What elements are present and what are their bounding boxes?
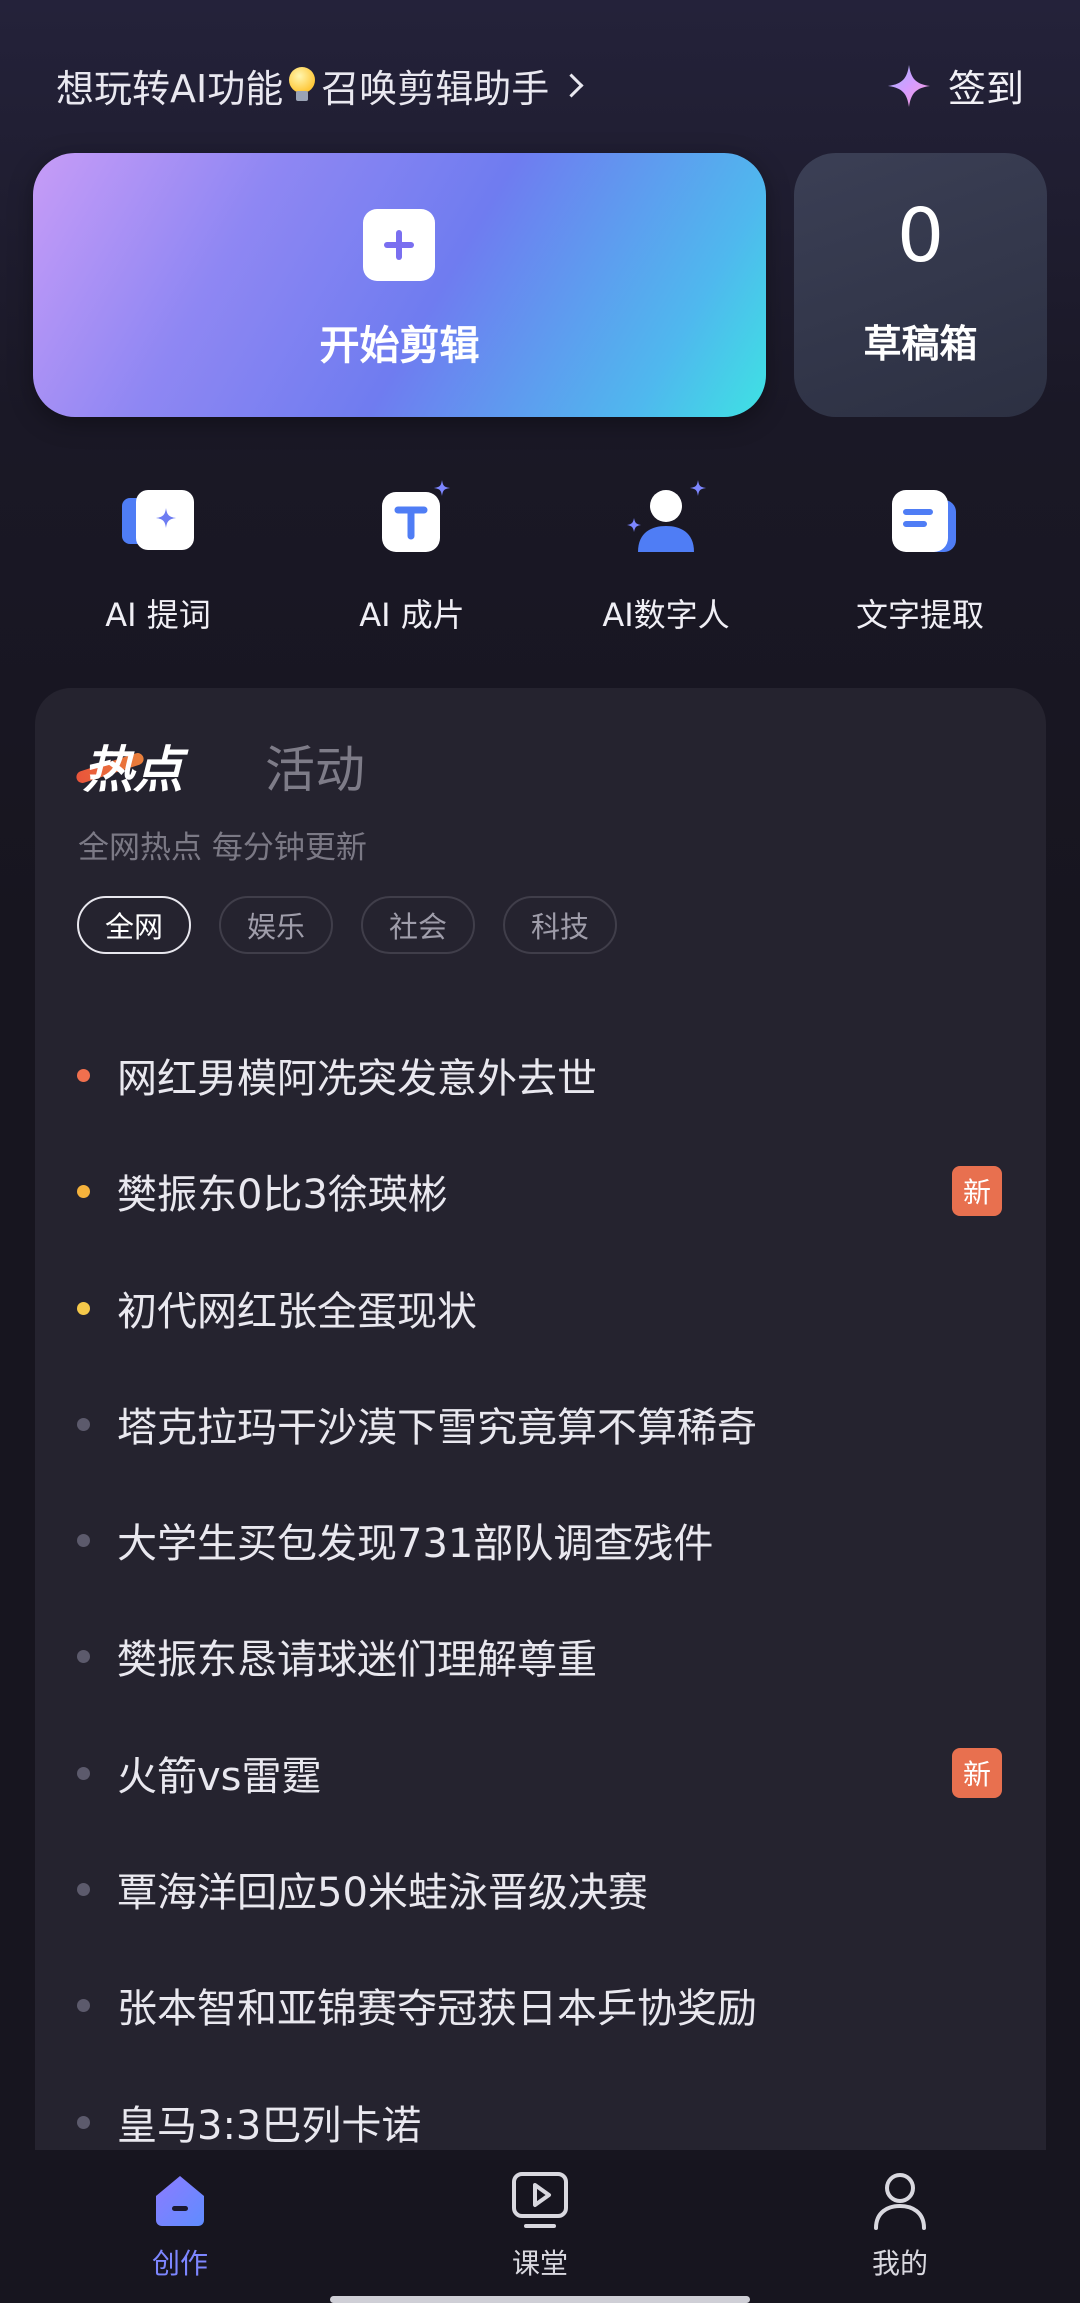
nav-classroom[interactable]: 课堂: [470, 2168, 610, 2282]
plus-icon: [363, 209, 435, 281]
drafts-label: 草稿箱: [863, 322, 978, 366]
rank-dot: [77, 1417, 90, 1431]
rank-dot: [77, 1883, 90, 1897]
tool-label: 文字提取: [855, 596, 984, 634]
digital-human-icon: [627, 480, 706, 552]
hot-topics-list: 网红男模阿冼突发意外去世 樊振东0比3徐瑛彬新初代网红张全蛋现状 塔克拉玛干沙漠下雪…: [35, 1018, 1046, 2181]
lightbulb-icon: [287, 66, 317, 105]
ai-prompter-icon: [122, 490, 194, 550]
checkin-label: 签到: [947, 67, 1024, 111]
checkin-button[interactable]: 签到: [886, 58, 1024, 113]
hot-topic-title: 火箭vs雷霆: [117, 1753, 322, 1800]
rank-dot: [77, 1650, 90, 1664]
hot-topic-item[interactable]: 网红男模阿冼突发意外去世: [35, 1018, 1046, 1134]
nav-label: 创作: [151, 2247, 208, 2280]
prompt-text-after: 召唤剪辑助手: [321, 67, 550, 111]
new-badge: 新: [952, 1747, 1002, 1798]
hot-topic-title: 张本智和亚锦赛夺冠获日本乒协奖励: [117, 1986, 757, 2033]
nav-profile[interactable]: 我的: [830, 2168, 970, 2282]
chevron-right-icon: [559, 73, 584, 98]
hot-topic-item[interactable]: 张本智和亚锦赛夺冠获日本乒协奖励: [35, 1948, 1046, 2064]
tool-label: AI 提词: [105, 596, 211, 634]
hot-topic-item[interactable]: 樊振东恳请球迷们理解尊重: [35, 1599, 1046, 1715]
bottom-nav: 创作 课堂 我的: [0, 2150, 1080, 2303]
nav-label: 我的: [871, 2247, 928, 2280]
category-chips: 全网 娱乐 社会 科技: [77, 896, 618, 954]
tool-ai-prompter[interactable]: AI 提词: [48, 478, 268, 636]
hot-topic-title: 塔克拉玛干沙漠下雪究竟算不算稀奇: [117, 1404, 757, 1451]
nav-create[interactable]: 创作: [110, 2168, 250, 2282]
hot-topic-item[interactable]: 初代网红张全蛋现状: [35, 1251, 1046, 1367]
tool-label: AI数字人: [602, 596, 730, 634]
rank-dot: [77, 2115, 90, 2129]
hot-topic-title: 樊振东恳请球迷们理解尊重: [117, 1637, 597, 1684]
hot-topic-item[interactable]: 樊振东0比3徐瑛彬 新: [35, 1134, 1046, 1250]
draft-count: 0: [896, 193, 945, 279]
ai-assistant-prompt[interactable]: 想玩转AI功能 召唤剪辑助手: [56, 58, 584, 113]
rank-dot: [77, 1301, 90, 1315]
tab-activity[interactable]: 活动: [265, 730, 365, 802]
hot-topic-title: 樊振东0比3徐瑛彬: [117, 1172, 448, 1219]
hot-topic-title: 网红男模阿冼突发意外去世: [117, 1056, 597, 1102]
rank-dot: [77, 1999, 90, 2013]
tool-digital-human[interactable]: AI数字人: [556, 478, 776, 636]
rank-dot: [77, 1185, 90, 1199]
tool-text-extract[interactable]: 文字提取: [810, 478, 1030, 636]
drafts-button[interactable]: 0 草稿箱: [794, 153, 1047, 417]
chip-entertainment[interactable]: 娱乐: [219, 896, 334, 954]
chip-society[interactable]: 社会: [361, 896, 476, 954]
chip-all[interactable]: 全网: [77, 896, 192, 954]
hot-topic-item[interactable]: 塔克拉玛干沙漠下雪究竟算不算稀奇: [35, 1367, 1046, 1483]
hot-topic-item[interactable]: 覃海洋回应50米蛙泳晋级决赛: [35, 1832, 1046, 1948]
start-edit-button[interactable]: 开始剪辑: [33, 153, 766, 417]
hot-topic-item[interactable]: 大学生买包发现731部队调查残件: [35, 1483, 1046, 1599]
sparkle-icon: [887, 64, 930, 107]
ai-film-icon: [382, 480, 450, 552]
tab-hot[interactable]: 热点: [83, 730, 183, 802]
hot-topic-item[interactable]: 火箭vs雷霆 新: [35, 1716, 1046, 1832]
home-indicator[interactable]: [330, 2296, 750, 2303]
rank-dot: [77, 1069, 90, 1082]
prompt-text-before: 想玩转AI功能: [56, 67, 284, 111]
nav-label: 课堂: [511, 2247, 568, 2280]
hot-subtitle: 全网热点 每分钟更新: [78, 830, 367, 866]
start-edit-label: 开始剪辑: [319, 323, 480, 369]
app-screen: 想玩转AI功能 召唤剪辑助手 签到 开始剪辑 0 草稿箱 AI 提词 AI 成片…: [0, 0, 1080, 2303]
hot-topics-panel: 热点 活动 全网热点 每分钟更新 全网 娱乐 社会 科技 网红男模阿冼突发意外去…: [35, 688, 1046, 2303]
profile-icon: [874, 2173, 926, 2230]
hot-topic-title: 初代网红张全蛋现状: [117, 1288, 477, 1335]
chip-tech[interactable]: 科技: [503, 896, 618, 954]
rank-dot: [77, 1534, 90, 1548]
tool-label: AI 成片: [359, 596, 465, 634]
hot-topic-title: 大学生买包发现731部队调查残件: [117, 1521, 714, 1568]
classroom-icon: [512, 2172, 568, 2228]
hot-topic-title: 覃海洋回应50米蛙泳晋级决赛: [117, 1870, 648, 1917]
text-extract-icon: [892, 490, 956, 552]
tool-ai-film[interactable]: AI 成片: [302, 478, 522, 636]
create-icon: [156, 2176, 204, 2226]
hot-topic-title: 皇马3:3巴列卡诺: [117, 2102, 422, 2149]
rank-dot: [77, 1766, 90, 1780]
new-badge: 新: [952, 1166, 1002, 1217]
